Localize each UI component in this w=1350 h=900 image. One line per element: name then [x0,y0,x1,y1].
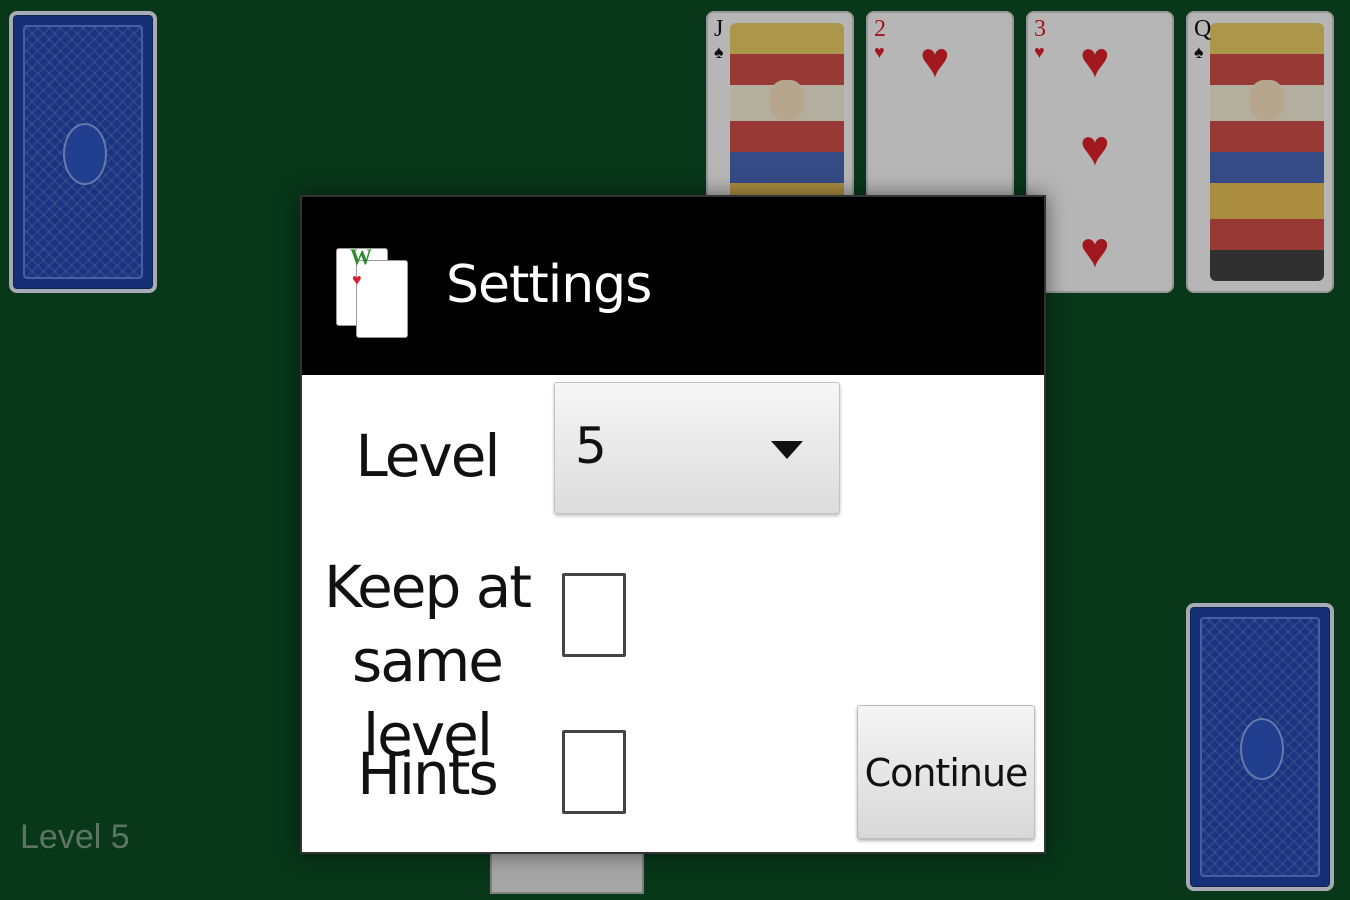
settings-dialog: W ♥ Settings Level 5 Keep at same level … [300,195,1046,854]
dialog-header: W ♥ Settings [302,197,1044,375]
keep-same-level-checkbox[interactable] [562,573,626,657]
heart-icon: ♥ [352,272,362,289]
solitaire-app-icon: W ♥ [336,244,410,340]
level-label: Level [355,422,500,490]
dropdown-arrow-icon [771,441,803,459]
hints-checkbox[interactable] [562,730,626,814]
level-select-value: 5 [575,417,607,475]
continue-button[interactable]: Continue [857,705,1035,839]
level-select[interactable]: 5 [554,382,840,514]
app-icon-text: W [350,244,372,269]
keep-label-line1: Keep at [323,553,532,621]
dialog-title: Settings [446,255,652,315]
hints-label: Hints [357,740,498,808]
